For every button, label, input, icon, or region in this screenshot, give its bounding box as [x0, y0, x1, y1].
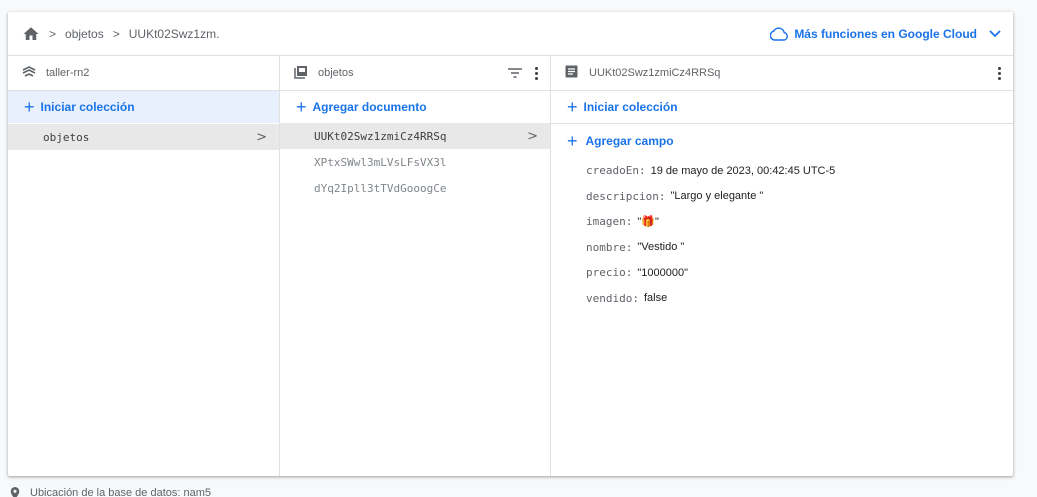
field-row[interactable]: precio: "1000000" — [551, 260, 1013, 286]
collection-column: objetos + Agregar documento UUKt02Swz1zm… — [280, 56, 551, 476]
plus-icon: + — [24, 97, 35, 117]
field-value: 19 de mayo de 2023, 00:42:45 UTC-5 — [650, 164, 836, 177]
plus-icon: + — [567, 130, 578, 151]
field-row[interactable]: creadoEn: 19 de mayo de 2023, 00:42:45 U… — [551, 158, 1013, 184]
field-key: nombre — [586, 240, 626, 254]
field-colon: : — [625, 240, 633, 254]
document-column-header: UUKt02Swz1zmiCz4RRSq — [551, 56, 1013, 91]
plus-icon: + — [296, 97, 307, 117]
start-subcollection-label: Iniciar colección — [583, 100, 678, 114]
field-value: "1000000" — [637, 266, 689, 279]
project-title: taller-rn2 — [46, 67, 90, 79]
field-colon: : — [632, 291, 639, 305]
more-features-button[interactable]: Más funciones en Google Cloud — [770, 27, 1001, 41]
field-key: creadoEn — [586, 164, 639, 178]
field-value: "🎁" — [637, 216, 659, 229]
cloud-icon — [770, 26, 789, 41]
field-colon: : — [638, 164, 646, 178]
firestore-panel: > objetos > UUKt02Swz1zm. Más funciones … — [8, 12, 1013, 476]
document-item[interactable]: UUKt02Swz1zmiCz4RRSq > — [280, 123, 550, 149]
plus-icon: + — [567, 97, 578, 117]
field-key: precio — [586, 266, 626, 280]
breadcrumb-item[interactable]: UUKt02Swz1zm. — [129, 27, 220, 41]
field-row[interactable]: descripcion: "Largo y elegante " — [551, 184, 1013, 210]
more-features-label: Más funciones en Google Cloud — [794, 26, 977, 41]
top-bar: > objetos > UUKt02Swz1zm. Más funciones … — [8, 12, 1013, 56]
more-vert-icon[interactable] — [997, 66, 1001, 80]
collection-icon — [294, 65, 310, 81]
document-id: dYq2Ipll3tTVdGooogCe — [314, 181, 447, 195]
field-key: imagen — [586, 215, 626, 229]
field-row[interactable]: nombre: "Vestido " — [551, 235, 1013, 261]
chevron-right-icon: > — [256, 129, 267, 145]
add-field-button[interactable]: + Agregar campo — [551, 124, 1013, 158]
document-icon — [565, 65, 581, 81]
root-column-header: taller-rn2 — [8, 56, 279, 91]
field-row[interactable]: imagen: "🎁" — [551, 209, 1013, 235]
field-value: "Largo y elegante " — [670, 190, 764, 203]
field-colon: : — [625, 215, 633, 229]
field-colon: : — [658, 189, 666, 203]
chevron-down-icon — [989, 29, 1001, 38]
document-id: UUKt02Swz1zmiCz4RRSq — [314, 129, 447, 143]
start-collection-label: Iniciar colección — [40, 100, 135, 114]
document-title: UUKt02Swz1zmiCz4RRSq — [589, 67, 721, 79]
database-icon — [22, 65, 38, 81]
home-icon[interactable] — [22, 25, 40, 43]
collection-label: objetos — [43, 130, 90, 144]
database-location: Ubicación de la base de datos: nam5 — [10, 487, 211, 497]
field-key: vendido — [586, 291, 633, 305]
add-document-label: Agregar documento — [312, 100, 427, 114]
field-colon: : — [625, 266, 633, 280]
breadcrumb-item[interactable]: objetos — [65, 27, 104, 41]
add-field-label: Agregar campo — [585, 134, 674, 148]
add-document-button[interactable]: + Agregar documento — [280, 91, 550, 123]
field-value: false — [643, 292, 668, 305]
document-item[interactable]: dYq2Ipll3tTVdGooogCe — [280, 175, 550, 201]
document-id: XPtxSWwl3mLVsLFsVX3l — [314, 155, 447, 169]
chevron-right-icon: > — [112, 26, 120, 41]
document-item[interactable]: XPtxSWwl3mLVsLFsVX3l — [280, 149, 550, 175]
document-column: UUKt02Swz1zmiCz4RRSq + Iniciar colección… — [551, 56, 1013, 476]
field-key: descripcion — [586, 189, 659, 203]
start-collection-button[interactable]: + Iniciar colección — [8, 91, 279, 123]
collection-item-objetos[interactable]: objetos > — [8, 124, 279, 150]
location-pin-icon — [10, 487, 20, 497]
field-row[interactable]: vendido: false — [551, 286, 1013, 312]
filter-icon[interactable] — [508, 68, 522, 78]
database-location-label: Ubicación de la base de datos: nam5 — [30, 487, 212, 497]
field-value: "Vestido " — [637, 241, 685, 254]
chevron-right-icon: > — [49, 26, 57, 41]
chevron-right-icon: > — [527, 128, 538, 144]
breadcrumb: > objetos > UUKt02Swz1zm. — [20, 25, 219, 43]
start-subcollection-button[interactable]: + Iniciar colección — [551, 91, 1013, 123]
root-column: taller-rn2 + Iniciar colección objetos > — [8, 56, 280, 476]
more-vert-icon[interactable] — [534, 66, 538, 80]
collection-column-header: objetos — [280, 56, 550, 91]
collection-title: objetos — [318, 67, 354, 79]
